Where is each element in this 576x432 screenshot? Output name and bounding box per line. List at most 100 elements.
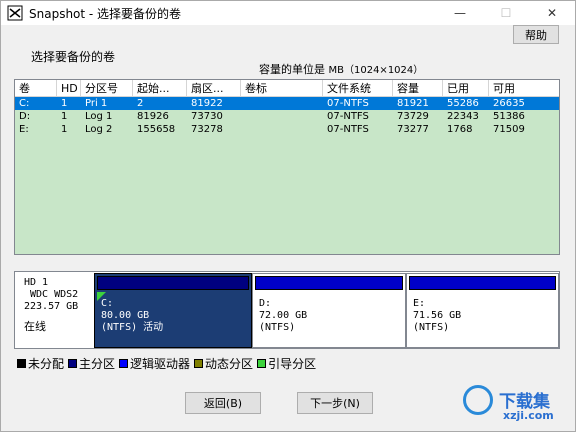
partition-legend: 未分配 主分区 逻辑驱动器 动态分区 引导分区 [17,355,320,372]
table-row[interactable]: E: 1 Log 2 155658 73278 07-NTFS 73277 1768 71509 [15,123,559,136]
app-icon [7,5,23,21]
table-cell: 81922 [191,98,223,109]
table-cell [241,123,323,136]
legend-label: 引导分区 [268,357,317,371]
table-cell: 73278 [191,124,223,135]
window-title: Snapshot - 选择要备份的卷 [29,6,182,21]
legend-swatch [68,359,78,368]
column-header[interactable]: 扇区... [187,80,241,97]
table-row[interactable]: C: 1 Pri 1 2 81922 07-NTFS 81921 55286 26635 [15,97,559,110]
partition-usage-bar [97,276,249,290]
partition-fs: (NTFS) [259,322,296,333]
legend-label: 未分配 [28,357,65,371]
table-cell: 1 [61,111,68,122]
legend-swatch [17,359,26,368]
column-header[interactable]: 卷标 [241,80,323,97]
table-header: 卷 HD 分区号 起始... 扇区... 卷标 文件系统 容量 已用 可用 [15,80,559,97]
unit-label: 容量的单位是 MB（1024×1024） [259,61,423,77]
partition-letter: E: [413,298,426,309]
table-cell: 22343 [447,111,479,122]
disk-name: HD 1 [24,277,49,288]
back-button[interactable]: 返回(B) [185,392,261,414]
table-cell: 07-NTFS [327,124,369,135]
watermark-url: xzji.com [503,409,554,422]
table-cell: 71509 [493,124,525,135]
legend-label: 动态分区 [205,357,254,371]
table-cell: 155658 [137,124,176,135]
disk-size: 223.57 GB [24,301,79,312]
title-bar: Snapshot - 选择要备份的卷 — ☐ ✕ [1,1,575,25]
table-cell: 07-NTFS [327,98,369,109]
disk-status: 在线 [24,320,46,333]
table-cell: 55286 [447,98,479,109]
column-header[interactable]: 起始... [133,80,187,97]
partition-block[interactable]: C: 80.00 GB (NTFS) 活动 [94,273,252,348]
legend-item: 动态分区 [194,355,253,372]
legend-label: 逻辑驱动器 [130,357,191,371]
partition-size: 72.00 GB [259,310,308,321]
partition-block[interactable]: D: 72.00 GB (NTFS) [252,273,406,348]
unit-value: MB（1024×1024） [328,65,424,76]
table-cell: C: [19,98,30,109]
table-cell: D: [19,111,31,122]
close-button[interactable]: ✕ [529,1,575,25]
legend-item: 主分区 [68,355,115,372]
table-cell: 07-NTFS [327,111,369,122]
table-cell: 26635 [493,98,525,109]
table-cell: 81926 [137,111,169,122]
table-cell: 1 [61,98,68,109]
column-header[interactable]: 可用 [489,80,541,97]
table-cell: 2 [137,98,144,109]
watermark: 下载集 xzji.com [463,385,571,427]
partition-letter: C: [101,298,114,309]
column-header[interactable]: 已用 [443,80,489,97]
disk-info: HD 1 WDC WDS2 223.57 GB 在线 [15,272,93,348]
column-header[interactable]: 分区号 [81,80,133,97]
disk-map: HD 1 WDC WDS2 223.57 GB 在线 C: 80.00 GB (NT… [14,271,560,349]
next-button[interactable]: 下一步(N) [297,392,373,414]
column-header[interactable]: 文件系统 [323,80,393,97]
volume-table[interactable]: 卷 HD 分区号 起始... 扇区... 卷标 文件系统 容量 已用 可用 C: 1 Pri 1 2 81… [14,79,560,255]
legend-item: 未分配 [17,355,64,372]
table-body: C: 1 Pri 1 2 81922 07-NTFS 81921 55286 26635 D: 1 L… [15,97,559,136]
legend-swatch [194,359,204,368]
partition-letter: D: [259,298,272,309]
partition-size: 71.56 GB [413,310,462,321]
table-cell: E: [19,124,29,135]
partition-size: 80.00 GB [101,310,150,321]
maximize-button[interactable]: ☐ [483,1,529,25]
legend-item: 引导分区 [257,355,316,372]
legend-swatch [257,359,267,368]
table-cell: 73730 [191,111,223,122]
table-cell: Log 2 [85,124,113,135]
table-cell: Pri 1 [85,98,108,109]
table-cell: 81921 [397,98,429,109]
partition-fs: (NTFS) 活动 [101,322,164,333]
table-row[interactable]: D: 1 Log 1 81926 73730 07-NTFS 73729 22343 51386 [15,110,559,123]
table-cell: 51386 [493,111,525,122]
table-cell [241,97,323,110]
section-label: 选择要备份的卷 [31,50,116,64]
partition-block[interactable]: E: 71.56 GB (NTFS) [406,273,559,348]
help-button[interactable]: 帮助 [513,25,559,44]
table-cell: 1768 [447,124,473,135]
watermark-logo-icon [463,385,493,415]
column-header[interactable]: 容量 [393,80,443,97]
disk-model: WDC WDS2 [30,289,79,300]
legend-swatch [119,359,129,368]
minimize-button[interactable]: — [437,1,483,25]
table-cell: 1 [61,124,68,135]
table-cell: Log 1 [85,111,113,122]
legend-label: 主分区 [79,357,116,371]
legend-item: 逻辑驱动器 [119,355,190,372]
partition-usage-bar [255,276,403,290]
table-cell: 73729 [397,111,429,122]
snapshot-window: Snapshot - 选择要备份的卷 — ☐ ✕ 帮助 选择要备份的卷 容量的单… [0,0,576,432]
partition-fs: (NTFS) [413,322,450,333]
table-cell [241,110,323,123]
column-header[interactable]: HD [57,80,81,97]
unit-label-text: 容量的单位是 [259,63,325,76]
column-header[interactable]: 卷 [15,80,57,97]
partition-usage-bar [409,276,556,290]
table-cell: 73277 [397,124,429,135]
